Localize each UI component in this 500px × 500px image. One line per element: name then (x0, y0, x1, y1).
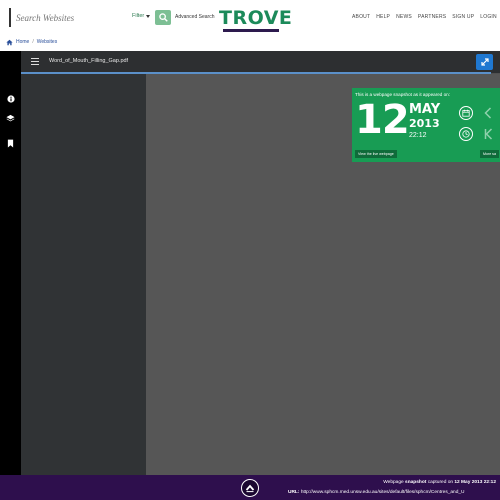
view-live-webpage-button[interactable]: View the live webpage (355, 150, 397, 158)
filter-dropdown[interactable]: Filter (132, 13, 151, 19)
capture-text: captured on (427, 480, 454, 485)
bookmark-icon[interactable] (6, 139, 15, 148)
capture-prefix: Webpage (383, 480, 404, 485)
caret-down-icon (146, 14, 151, 18)
capture-date: 12 May 2013 22:12 (454, 480, 496, 485)
layers-icon[interactable] (6, 114, 15, 123)
nav-help[interactable]: HELP (376, 14, 390, 20)
capture-info: Webpage snapshot captured on 12 May 2013… (383, 480, 496, 485)
back-to-top-button[interactable] (241, 479, 259, 497)
snapshot-widget: This is a webpage snapshot as it appeare… (352, 88, 500, 162)
capture-keyword: snapshot (405, 480, 427, 485)
advanced-search-link[interactable]: Advanced Search (175, 14, 214, 20)
snapshot-time: 22:12 (409, 132, 427, 139)
search-button[interactable] (155, 10, 171, 25)
snapshot-day: 12 (355, 97, 410, 143)
time-button[interactable] (459, 127, 473, 141)
filter-label: Filter (132, 13, 145, 19)
nav-sign-up[interactable]: SIGN UP (452, 14, 474, 20)
snapshot-year: 2013 (409, 117, 440, 130)
breadcrumb: Home / Websites (6, 37, 57, 47)
nav-about[interactable]: ABOUT (352, 14, 370, 20)
nav-partners[interactable]: PARTNERS (418, 14, 446, 20)
file-name: Word_of_Mouth_Filling_Gap.pdf (49, 58, 129, 64)
expand-icon (480, 58, 489, 66)
snapshot-footer: Webpage snapshot captured on 12 May 2013… (0, 475, 500, 500)
nav-login[interactable]: LOGIN (480, 14, 497, 20)
home-icon (6, 39, 13, 45)
search-icon (158, 13, 168, 22)
search-input[interactable] (16, 12, 126, 23)
breadcrumb-home[interactable]: Home (16, 39, 29, 45)
breadcrumb-separator: / (32, 39, 34, 45)
logo-text: TROVE (219, 7, 293, 29)
nav-news[interactable]: NEWS (396, 14, 412, 20)
site-header: Filter Advanced Search TROVE ABOUT HELP … (0, 0, 500, 34)
first-snapshot-button[interactable] (481, 127, 495, 141)
calendar-icon (462, 109, 470, 117)
trove-logo[interactable]: TROVE (219, 7, 293, 32)
first-page-icon (484, 128, 492, 140)
thumbnail-panel[interactable] (21, 74, 146, 475)
url-value[interactable]: http://www.sphcm.med.unsw.edu.au/sites/d… (301, 490, 465, 495)
url-label: URL: (288, 490, 300, 495)
viewer-sidebar (0, 51, 21, 475)
menu-icon[interactable] (31, 58, 39, 65)
chevron-left-icon (484, 107, 492, 119)
calendar-button[interactable] (459, 106, 473, 120)
url-info: URL: http://www.sphcm.med.unsw.edu.au/si… (288, 490, 465, 495)
info-icon[interactable] (6, 94, 15, 103)
more-snapshots-button[interactable]: More sa (480, 150, 499, 158)
chevron-up-icon (245, 484, 255, 493)
clock-icon (462, 130, 470, 138)
top-nav: ABOUT HELP NEWS PARTNERS SIGN UP LOGIN (352, 14, 497, 20)
previous-snapshot-button[interactable] (481, 106, 495, 120)
breadcrumb-websites[interactable]: Websites (37, 39, 57, 45)
snapshot-month: MAY (409, 102, 441, 117)
page: Filter Advanced Search TROVE ABOUT HELP … (0, 0, 500, 500)
fullscreen-button[interactable] (476, 54, 493, 70)
logo-underline (223, 29, 279, 32)
